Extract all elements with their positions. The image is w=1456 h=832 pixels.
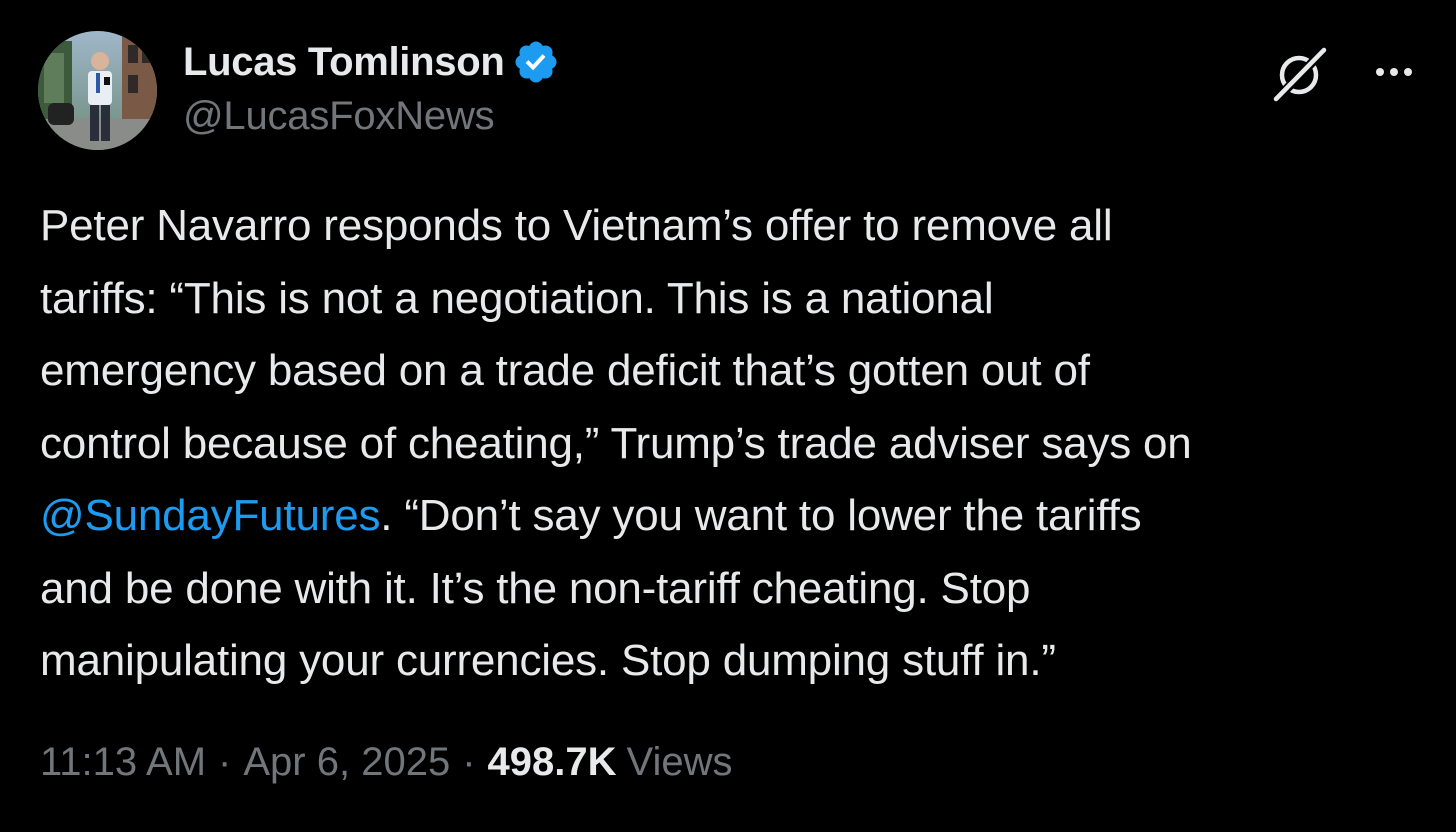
author-display-name[interactable]: Lucas Tomlinson xyxy=(183,40,505,85)
more-options-icon[interactable] xyxy=(1368,52,1420,92)
tweet-line: manipulating your currencies. Stop dumpi… xyxy=(40,636,1056,685)
meta-separator: · xyxy=(462,740,476,784)
views-count: 498.7K xyxy=(487,740,617,784)
author-handle[interactable]: @LucasFoxNews xyxy=(183,94,560,139)
tweet-meta: 11:13 AM · Apr 6, 2025 · 498.7K Views xyxy=(40,740,733,785)
author-info: Lucas Tomlinson @LucasFoxNews xyxy=(183,36,560,139)
avatar[interactable] xyxy=(38,31,157,150)
tweet-line: control because of cheating,” Trump’s tr… xyxy=(40,418,1192,468)
grok-icon[interactable] xyxy=(1268,42,1332,106)
tweet-card: Lucas Tomlinson @LucasFoxNews Peter Nava… xyxy=(0,0,1456,832)
mention-link[interactable]: @SundayFutures xyxy=(40,491,380,540)
tweet-time[interactable]: 11:13 AM xyxy=(40,740,206,785)
verified-badge-icon[interactable] xyxy=(512,38,560,86)
tweet-line: tariffs: “This is not a negotiation. Thi… xyxy=(40,273,994,323)
avatar-photo xyxy=(38,31,157,150)
tweet-line: . “Don’t say you want to lower the tarif… xyxy=(380,491,1142,540)
tweet-line: emergency based on a trade deficit that’… xyxy=(40,346,1090,395)
tweet-line: and be done with it. It’s the non-tariff… xyxy=(40,563,1031,613)
tweet-text: Peter Navarro responds to Vietnam’s offe… xyxy=(40,190,1430,698)
name-row: Lucas Tomlinson xyxy=(183,36,560,88)
tweet-date[interactable]: Apr 6, 2025 xyxy=(243,740,450,785)
tweet-line: Peter Navarro responds to Vietnam’s offe… xyxy=(40,201,1113,250)
views-label: Views xyxy=(626,740,733,784)
meta-separator: · xyxy=(218,740,232,784)
